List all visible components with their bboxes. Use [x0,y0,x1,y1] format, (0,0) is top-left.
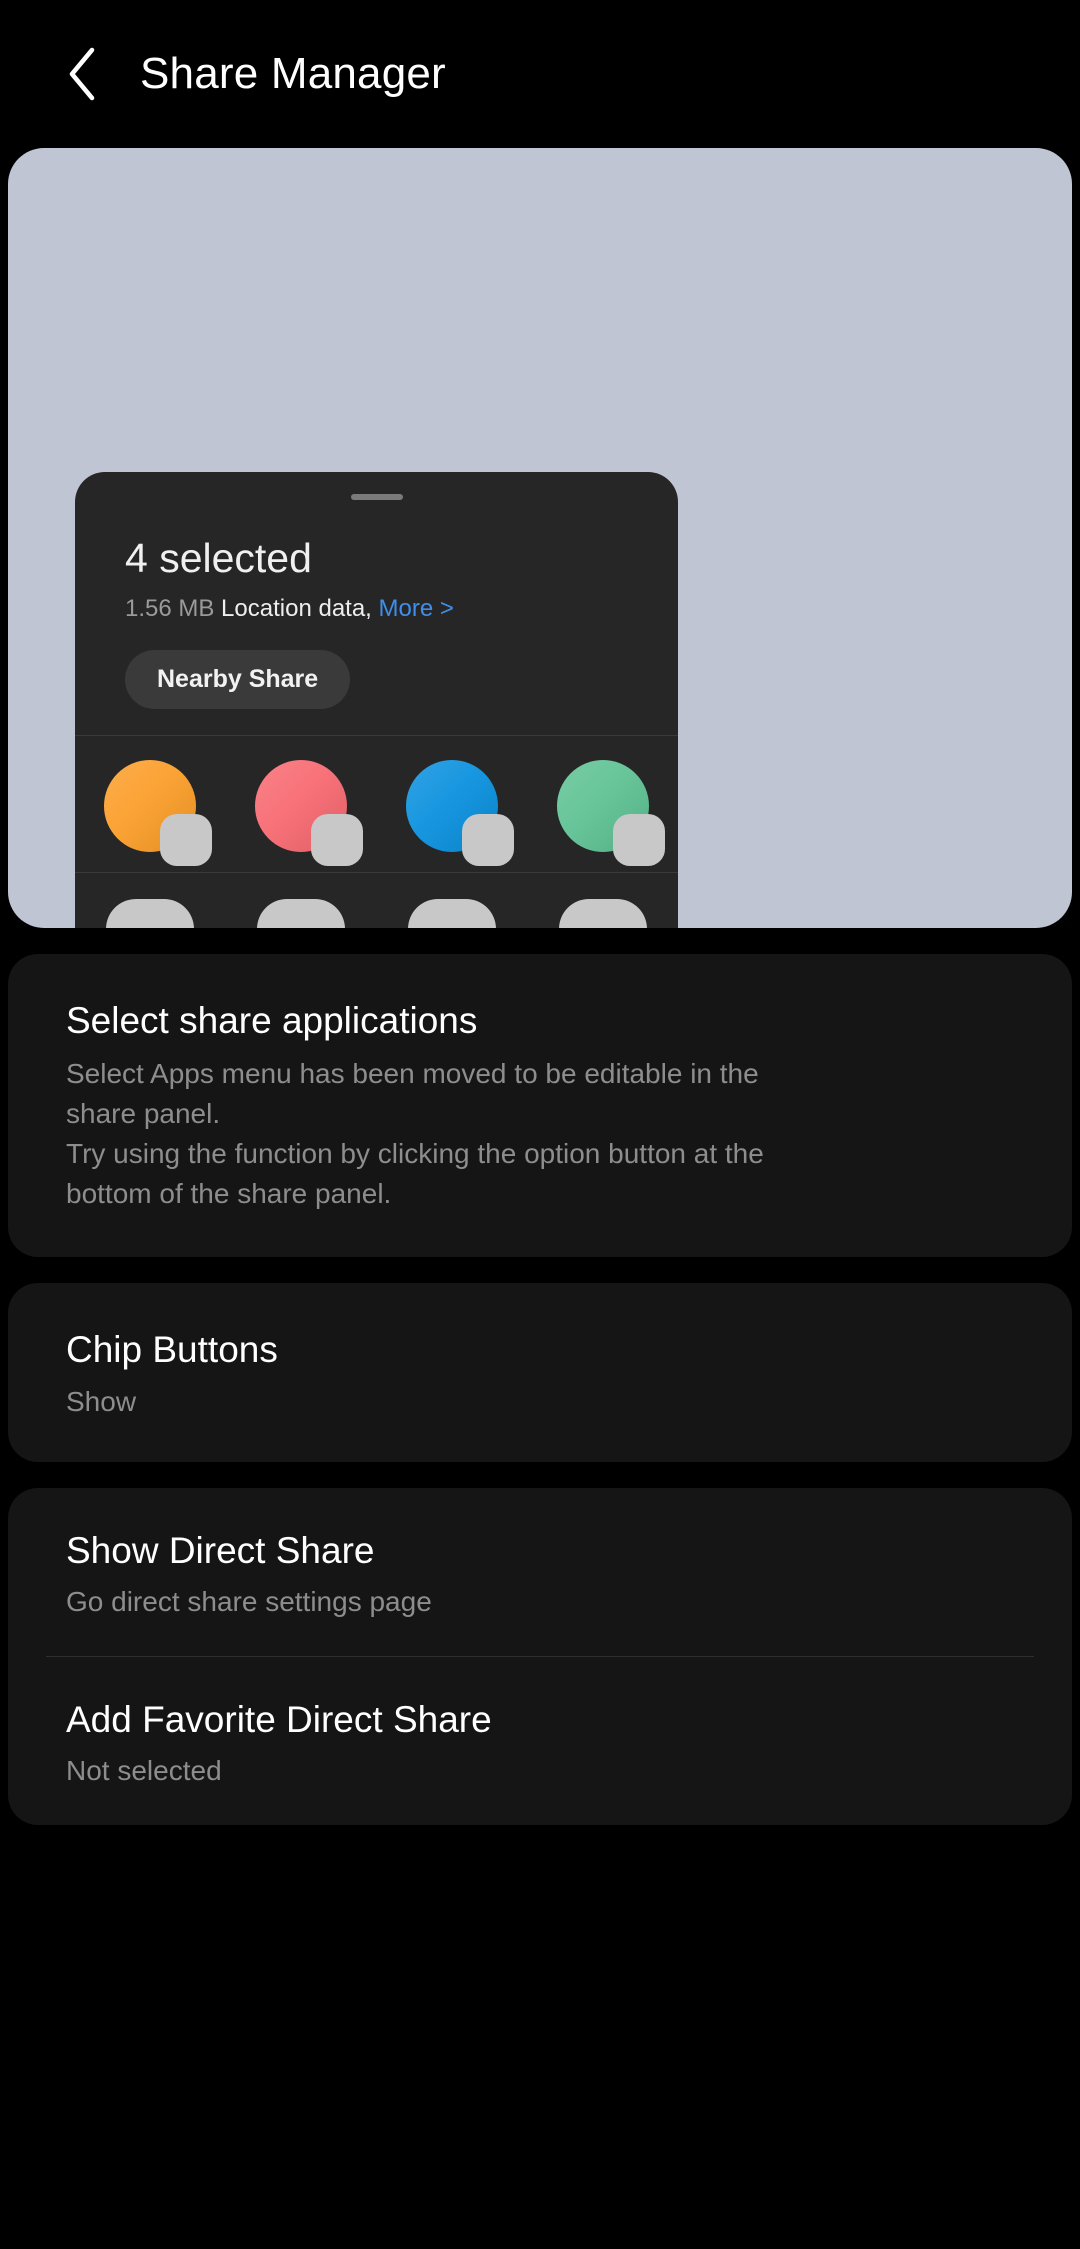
share-sheet-header: 4 selected 1.56 MB Location data, More > [75,500,678,624]
setting-title: Add Favorite Direct Share [66,1698,492,1740]
app-badge [612,813,665,866]
app-badge [311,813,364,866]
settings-list: Select share applications Select Apps me… [0,954,1080,1825]
setting-direct-share-group: Show Direct Share Go direct share settin… [8,1487,1072,1825]
app-placeholder-cell[interactable] [527,898,678,928]
selection-meta: 1.56 MB Location data, More > [125,595,628,624]
setting-title: Show Direct Share [66,1529,375,1571]
setting-value: Show [66,1385,137,1417]
share-panel-preview: 4 selected 1.56 MB Location data, More >… [8,148,1072,928]
app-icon-red[interactable] [255,759,364,866]
share-sheet: 4 selected 1.56 MB Location data, More >… [75,472,678,928]
selection-kind: Location data, [214,595,372,623]
app-icon-row [75,736,678,872]
setting-add-favorite-direct-share[interactable]: Add Favorite Direct Share Not selected [66,1657,1014,1825]
app-placeholder-cell[interactable] [226,898,377,928]
chip-row: Nearby Share [75,624,678,735]
desc-line-1: Select Apps menu has been moved to be ed… [66,1058,759,1090]
setting-value: Go direct share settings page [66,1585,432,1617]
app-placeholder-1[interactable] [106,898,195,928]
app-icon-blue[interactable] [405,759,514,866]
more-link[interactable]: More > [372,595,454,622]
setting-description: Select Apps menu has been moved to be ed… [66,1054,1014,1213]
setting-title: Select share applications [66,1000,478,1041]
desc-line-2: share panel. [66,1098,221,1129]
desc-line-3: Try using the function by clicking the o… [66,1137,764,1169]
page-title: Share Manager [140,49,446,98]
app-placeholder-cell[interactable] [377,898,528,928]
app-badge [461,813,514,866]
app-badge [160,813,213,866]
app-header: Share Manager [0,0,1080,148]
app-icon-cell[interactable] [377,759,528,866]
app-placeholder-cell[interactable] [75,898,226,928]
setting-title: Chip Buttons [66,1329,278,1371]
app-placeholder-3[interactable] [407,898,496,928]
setting-show-direct-share[interactable]: Show Direct Share Go direct share settin… [66,1488,1014,1656]
app-icon-green[interactable] [556,759,665,866]
app-placeholder-4[interactable] [558,898,647,928]
selected-count-title: 4 selected [125,535,312,581]
nearby-share-chip[interactable]: Nearby Share [125,649,351,709]
selection-size: 1.56 MB [125,595,215,623]
app-icon-orange[interactable] [104,759,213,866]
desc-line-4: bottom of the share panel. [66,1177,392,1209]
app-placeholder-row [75,873,678,928]
app-icon-cell[interactable] [527,759,678,866]
app-placeholder-2[interactable] [257,898,346,928]
back-button[interactable] [52,44,112,104]
app-icon-cell[interactable] [75,759,226,866]
app-icon-cell[interactable] [226,759,377,866]
chevron-left-icon [64,44,100,104]
setting-chip-buttons[interactable]: Chip Buttons Show [8,1283,1072,1462]
setting-value: Not selected [66,1755,222,1786]
setting-select-share-applications[interactable]: Select share applications Select Apps me… [8,954,1072,1258]
